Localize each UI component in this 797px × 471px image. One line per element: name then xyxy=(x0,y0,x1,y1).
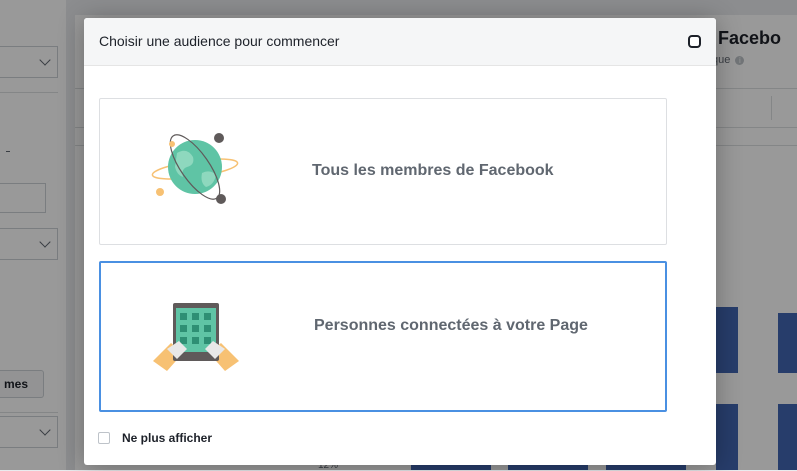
audience-dialog: Choisir une audience pour commencer Tous… xyxy=(84,18,716,465)
tablet-people-icon xyxy=(153,303,239,371)
audience-option-all-facebook[interactable]: Tous les membres de Facebook xyxy=(99,98,667,245)
option-label: Tous les membres de Facebook xyxy=(312,162,554,179)
globe-icon xyxy=(151,133,239,204)
dont-show-again-label[interactable]: Ne plus afficher xyxy=(122,431,212,445)
dialog-header: Choisir une audience pour commencer xyxy=(84,18,716,66)
audience-option-page-connections[interactable]: Personnes connectées à votre Page xyxy=(99,261,667,412)
close-icon[interactable] xyxy=(688,35,701,48)
dialog-title: Choisir une audience pour commencer xyxy=(99,33,340,49)
dont-show-again-checkbox[interactable] xyxy=(98,432,110,444)
option-label: Personnes connectées à votre Page xyxy=(314,317,588,334)
